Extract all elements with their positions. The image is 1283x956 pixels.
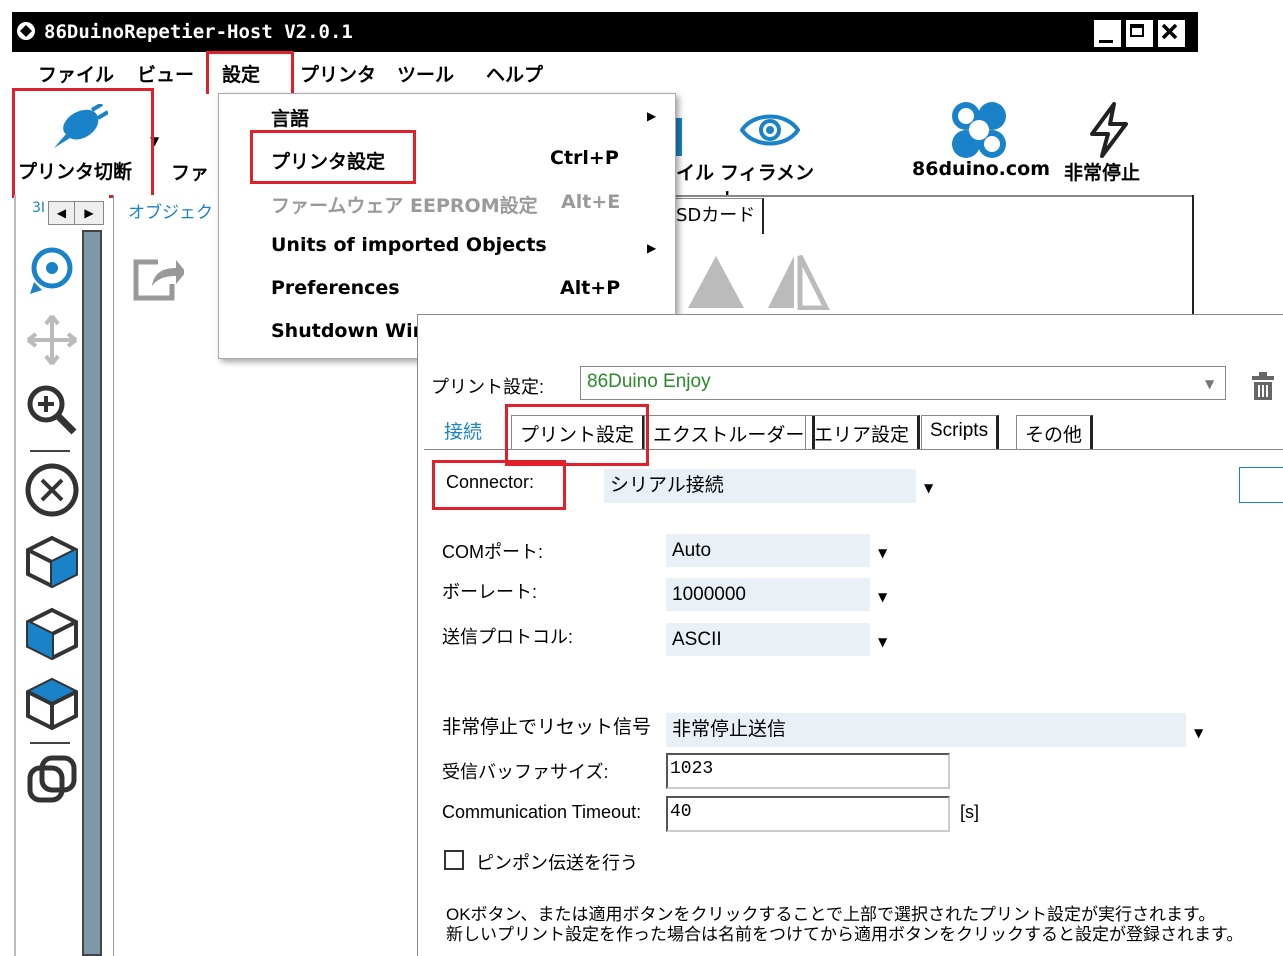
- tab-scroll-buttons: ◀ ▶: [48, 201, 104, 225]
- tab-extruder[interactable]: エクストルーダー: [644, 415, 816, 449]
- emergency-stop-label: 非常停止: [1064, 162, 1141, 184]
- scroll-left-icon[interactable]: ◀: [49, 202, 75, 224]
- close-button[interactable]: [1156, 18, 1187, 49]
- move-icon[interactable]: [24, 312, 80, 368]
- chevron-down-icon: ▼: [1205, 377, 1215, 391]
- tab-other[interactable]: その他: [1016, 415, 1094, 449]
- window-title: 86DuinoRepetier-Host V2.0.1: [44, 21, 353, 43]
- zoom-icon[interactable]: [24, 382, 80, 438]
- protocol-label: 送信プロトコル:: [442, 627, 574, 647]
- connector-label: Connector:: [446, 472, 535, 492]
- tab-area-settings-label: エリア設定: [814, 425, 910, 446]
- overlap-view-icon[interactable]: [24, 752, 80, 808]
- connector-select[interactable]: シリアル接続: [604, 469, 916, 503]
- timeout-unit: [s]: [960, 802, 980, 822]
- tab-scripts-label: Scripts: [930, 420, 989, 441]
- emergency-stop-button[interactable]: 非常停止: [1058, 96, 1158, 190]
- profile-label: プリント設定:: [431, 377, 545, 397]
- shortcut-alt-e: Alt+E: [561, 191, 621, 213]
- menu-file[interactable]: ファイル: [38, 60, 114, 87]
- profile-value: 86Duino Enjoy: [587, 371, 711, 392]
- reset-signal-select[interactable]: 非常停止送信: [666, 713, 1186, 747]
- chevron-down-icon[interactable]: ▼: [150, 134, 159, 148]
- lightning-icon: [1090, 102, 1128, 158]
- hover-row: [219, 138, 675, 180]
- objects-panel: [113, 195, 218, 956]
- tab-area-settings[interactable]: エリア設定: [805, 415, 921, 449]
- minimize-button[interactable]: [1092, 18, 1123, 49]
- chevron-down-icon[interactable]: ▼: [878, 546, 887, 560]
- scroll-right-icon[interactable]: ▶: [76, 202, 102, 224]
- filename-button-label[interactable]: イル: [676, 158, 714, 185]
- title-bar: 86DuinoRepetier-Host V2.0.1: [12, 12, 1198, 52]
- tab-sd-card-label: SDカード: [676, 205, 756, 226]
- menu-tools[interactable]: ツール: [397, 60, 454, 87]
- menu-view[interactable]: ビュー: [137, 60, 194, 87]
- 86duino-site-label: 86duino.com: [912, 158, 1050, 180]
- maximize-button[interactable]: [1124, 18, 1155, 49]
- tab-print-settings-label: プリント設定: [520, 425, 635, 446]
- timeout-label: Communication Timeout:: [442, 802, 642, 822]
- menu-settings[interactable]: 設定: [222, 60, 260, 87]
- mirror-tools-icon[interactable]: [686, 252, 836, 310]
- com-port-select[interactable]: Auto: [666, 534, 870, 567]
- pingpong-label: ピンポン伝送を行う: [476, 853, 638, 873]
- divider: [30, 450, 70, 452]
- panel-border: [676, 195, 1194, 197]
- buffer-size-input[interactable]: 1023: [666, 753, 950, 789]
- filename-icon-partial: [676, 118, 682, 156]
- menu-item-units-imported[interactable]: Units of imported Objects: [271, 234, 547, 256]
- filament-button[interactable]: フィラメント: [720, 100, 820, 211]
- protocol-select[interactable]: ASCII: [666, 623, 870, 656]
- shortcut-alt-p: Alt+P: [560, 277, 621, 299]
- menu-help[interactable]: ヘルプ: [486, 60, 543, 87]
- chevron-down-icon[interactable]: ▼: [924, 481, 933, 495]
- tab-scripts[interactable]: Scripts: [921, 415, 1000, 449]
- reset-signal-label: 非常停止でリセット信号: [442, 717, 652, 738]
- profile-select[interactable]: 86Duino Enjoy ▼: [580, 366, 1226, 400]
- buffer-size-label: 受信バッファサイズ:: [442, 762, 609, 782]
- com-port-label: COMポート:: [442, 542, 543, 562]
- divider: [30, 742, 70, 744]
- side-scroll-strip[interactable]: [82, 230, 102, 956]
- cube-side-view-icon[interactable]: [24, 676, 80, 732]
- submenu-arrow-icon: ▶: [647, 241, 657, 255]
- 86duino-site-button[interactable]: 86duino.com: [912, 96, 1052, 190]
- trash-icon[interactable]: [1250, 372, 1276, 402]
- connect-button-partial[interactable]: [1239, 467, 1283, 503]
- panel-border-right: [1192, 195, 1194, 315]
- share-icon[interactable]: [128, 256, 184, 304]
- chevron-down-icon[interactable]: ▼: [878, 590, 887, 604]
- cube-front-view-icon[interactable]: [24, 606, 80, 662]
- pingpong-checkbox[interactable]: [444, 850, 464, 870]
- disconnect-printer-button[interactable]: プリンタ切断: [14, 94, 149, 190]
- timeout-input[interactable]: 40: [666, 796, 950, 832]
- rotate-view-icon[interactable]: [24, 242, 80, 298]
- menu-item-language[interactable]: 言語: [271, 104, 309, 131]
- app-icon: [17, 22, 35, 40]
- chevron-down-icon[interactable]: ▼: [878, 635, 887, 649]
- objects-tab-partial[interactable]: オブジェク: [128, 198, 213, 223]
- tab-connection[interactable]: 接続: [444, 417, 482, 444]
- tab-other-label: その他: [1025, 425, 1083, 446]
- tab-extruder-label: エクストルーダー: [653, 425, 805, 446]
- plug-icon: [54, 104, 108, 148]
- menu-item-preferences[interactable]: Preferences: [271, 277, 400, 299]
- cube-top-view-icon[interactable]: [24, 534, 80, 590]
- 86duino-logo-icon: [952, 102, 1006, 158]
- disconnect-label: プリンタ切断: [18, 161, 133, 183]
- baud-rate-label: ボーレート:: [442, 582, 538, 602]
- left-tab-partial[interactable]: 3I: [32, 200, 45, 216]
- baud-rate-select[interactable]: 1000000: [666, 578, 870, 611]
- tab-sd-card[interactable]: SDカード: [676, 198, 764, 234]
- eye-icon: [740, 114, 800, 146]
- menu-printer[interactable]: プリンタ: [300, 60, 376, 87]
- note-line-2: 新しいプリント設定を作った場合は名前をつけてから適用ボタンをクリックすると設定が…: [446, 925, 1244, 944]
- fit-view-icon[interactable]: [24, 462, 80, 518]
- tab-print-settings[interactable]: プリント設定: [511, 415, 646, 449]
- chevron-down-icon[interactable]: ▼: [1194, 726, 1203, 740]
- file-button-label[interactable]: ファ: [171, 158, 209, 185]
- submenu-arrow-icon: ▶: [647, 109, 657, 123]
- menu-item-firmware-eeprom: ファームウェア EEPROM設定: [271, 195, 538, 217]
